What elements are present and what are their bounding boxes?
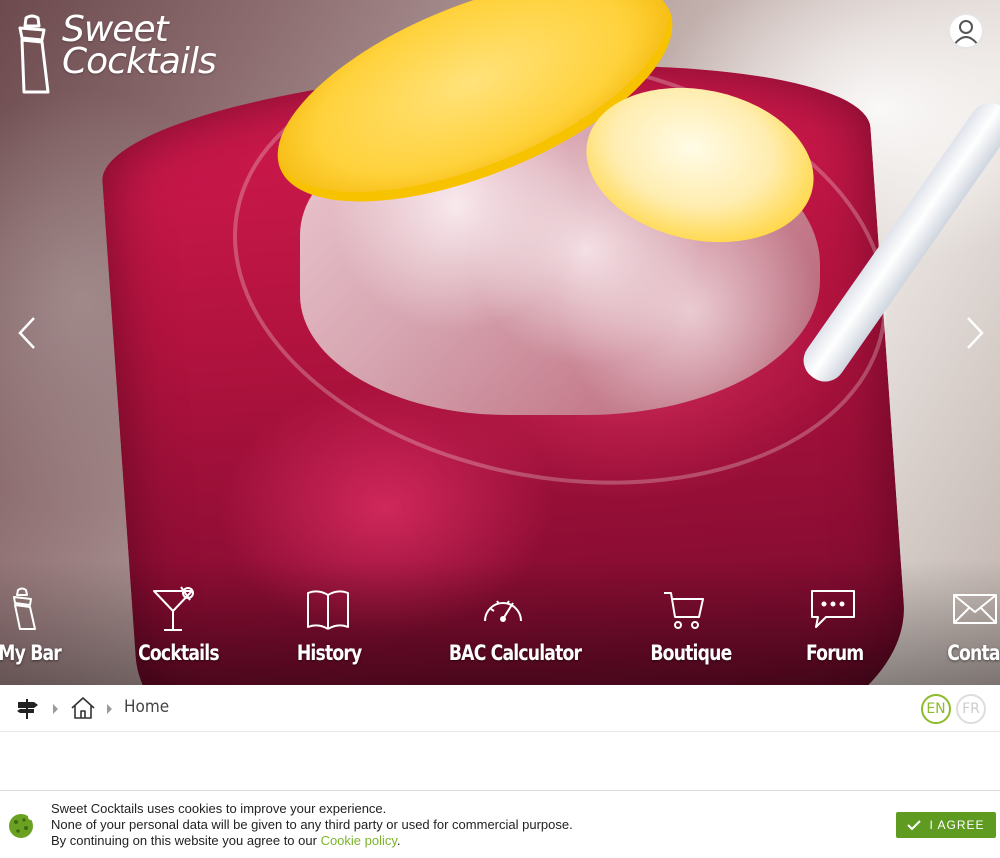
chat-bubble-icon [811,590,855,628]
checkmark-icon [907,820,922,831]
cookie-line-2: None of your personal data will be given… [51,817,573,832]
cookie-banner: Sweet Cocktails uses cookies to improve … [0,790,1000,858]
agree-button-label: I AGREE [929,818,985,832]
breadcrumb-current: Home [124,697,170,717]
breadcrumb: Home EN FR [0,685,1000,732]
cookie-line-1: Sweet Cocktails uses cookies to improve … [51,801,387,816]
signpost-icon [17,699,38,719]
cocktail-shaker-icon [18,14,50,94]
nav-item-contact[interactable]: Contac [940,585,1000,685]
shaker-icon [13,587,36,630]
chevron-left-icon [18,317,35,349]
language-fr-button[interactable]: FR [956,694,986,724]
nav-label: My Bar [0,641,62,665]
nav-item-my-bar[interactable]: My Bar [0,585,62,685]
nav-item-history[interactable]: History [290,585,366,685]
nav-item-boutique[interactable]: Boutique [643,585,732,685]
breadcrumb-separator [53,704,58,714]
martini-glass-icon [153,586,194,631]
home-icon [71,697,95,719]
carousel-next-button[interactable] [960,310,990,356]
cookie-line-3: By continuing on this website you agree … [51,833,573,849]
nav-item-bac-calculator[interactable]: BAC Calculator [437,585,582,685]
nav-label: History [296,641,362,665]
agree-button[interactable]: I AGREE [896,812,996,838]
site-logo-text: Sweet Cocktails [62,12,217,82]
breadcrumb-separator [107,704,112,714]
nav-label: BAC Calculator [448,641,582,665]
cookie-line-3-end: . [396,833,401,848]
cookie-icon [9,814,34,838]
shopping-cart-icon [664,592,704,629]
logo-line-2: Cocktails [62,41,217,82]
hero-carousel: Sweet Cocktails My Bar Cocktails History… [0,0,1000,685]
cookie-line-3-text: By continuing on this website you agree … [51,833,321,848]
cookie-policy-link[interactable]: Cookie policy [321,833,397,848]
open-book-icon [307,590,349,630]
user-account-button[interactable] [948,13,984,49]
nav-label: Forum [805,641,864,665]
user-avatar-icon [953,20,979,46]
nav-label: Contac [947,641,1000,665]
site-logo[interactable]: Sweet Cocktails [10,12,217,96]
language-en-button[interactable]: EN [921,694,951,724]
nav-label: Boutique [650,641,732,665]
nav-item-cocktails[interactable]: Cocktails [130,585,220,685]
chevron-right-icon [967,317,984,349]
nav-item-forum[interactable]: Forum [800,585,866,685]
carousel-prev-button[interactable] [12,310,42,356]
cookie-message: Sweet Cocktails uses cookies to improve … [51,801,573,849]
nav-label: Cocktails [138,641,219,665]
speedometer-icon [484,600,522,622]
envelope-icon [953,594,997,624]
main-navigation: My Bar Cocktails History BAC Calculator … [0,585,1000,685]
